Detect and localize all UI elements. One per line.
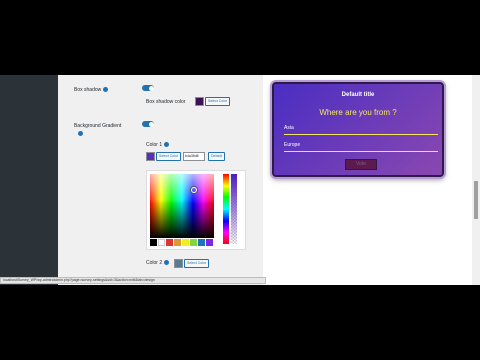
popup-vote-button[interactable]: Vote	[345, 159, 377, 170]
info-icon[interactable]	[103, 87, 109, 93]
popup-option-europe[interactable]: Europe	[284, 141, 438, 152]
color1-default-button[interactable]: Default	[208, 152, 226, 161]
palette-swatch[interactable]	[174, 239, 181, 246]
color1-label: Color 1	[146, 142, 163, 148]
scroll-thumb[interactable]	[474, 181, 478, 219]
picker-handle[interactable]	[191, 187, 197, 193]
popup-option-asia[interactable]: Asia	[284, 124, 438, 135]
settings-panel: Box shadow Box shadow color Select Color…	[58, 75, 263, 285]
palette-swatch[interactable]	[158, 239, 165, 246]
info-icon[interactable]	[164, 142, 170, 148]
box-shadow-select-color-button[interactable]: Select Color	[205, 97, 231, 106]
palette-row	[150, 239, 213, 246]
color-picker[interactable]	[146, 170, 246, 250]
info-icon[interactable]	[164, 260, 170, 266]
palette-swatch[interactable]	[150, 239, 157, 246]
palette-swatch[interactable]	[190, 239, 197, 246]
palette-swatch[interactable]	[166, 239, 173, 246]
page-scrollbar[interactable]	[472, 75, 480, 285]
box-shadow-color-label: Box shadow color	[146, 99, 186, 105]
color2-row: Color 2	[146, 260, 170, 266]
status-bar-url: localhost/Survey_WP/wp-admin/admin.php?p…	[0, 277, 266, 284]
hue-slider[interactable]	[223, 174, 229, 244]
box-shadow-color-swatch[interactable]	[195, 97, 204, 106]
popup-question: Where are you from ?	[319, 108, 397, 117]
color1-select-color-button[interactable]: Select Color	[156, 152, 182, 161]
alpha-gradient	[231, 174, 237, 244]
palette-swatch[interactable]	[198, 239, 205, 246]
background-gradient-toggle[interactable]	[142, 121, 154, 127]
box-shadow-toggle[interactable]	[142, 85, 154, 91]
palette-swatch[interactable]	[206, 239, 213, 246]
box-shadow-row: Box shadow	[74, 87, 109, 93]
background-gradient-label: Background Gradient	[74, 123, 122, 129]
color1-hex-input[interactable]: #4a38d8	[183, 152, 205, 161]
admin-sidebar	[0, 75, 58, 285]
palette-swatch[interactable]	[182, 239, 189, 246]
info-icon[interactable]	[78, 131, 83, 136]
color1-row: Color 1	[146, 142, 170, 148]
color2-select-color-button[interactable]: Select Color	[184, 259, 210, 268]
popup-title: Default title	[341, 92, 375, 98]
color1-swatch[interactable]	[146, 152, 155, 161]
saturation-highlight	[150, 174, 214, 204]
color2-swatch[interactable]	[174, 259, 183, 268]
survey-popup-preview: Default title Where are you from ? Asia …	[272, 82, 444, 177]
video-frame: Box shadow Box shadow color Select Color…	[0, 0, 480, 360]
color2-label: Color 2	[146, 260, 163, 266]
alpha-slider[interactable]	[231, 174, 237, 244]
box-shadow-label: Box shadow	[74, 87, 102, 93]
